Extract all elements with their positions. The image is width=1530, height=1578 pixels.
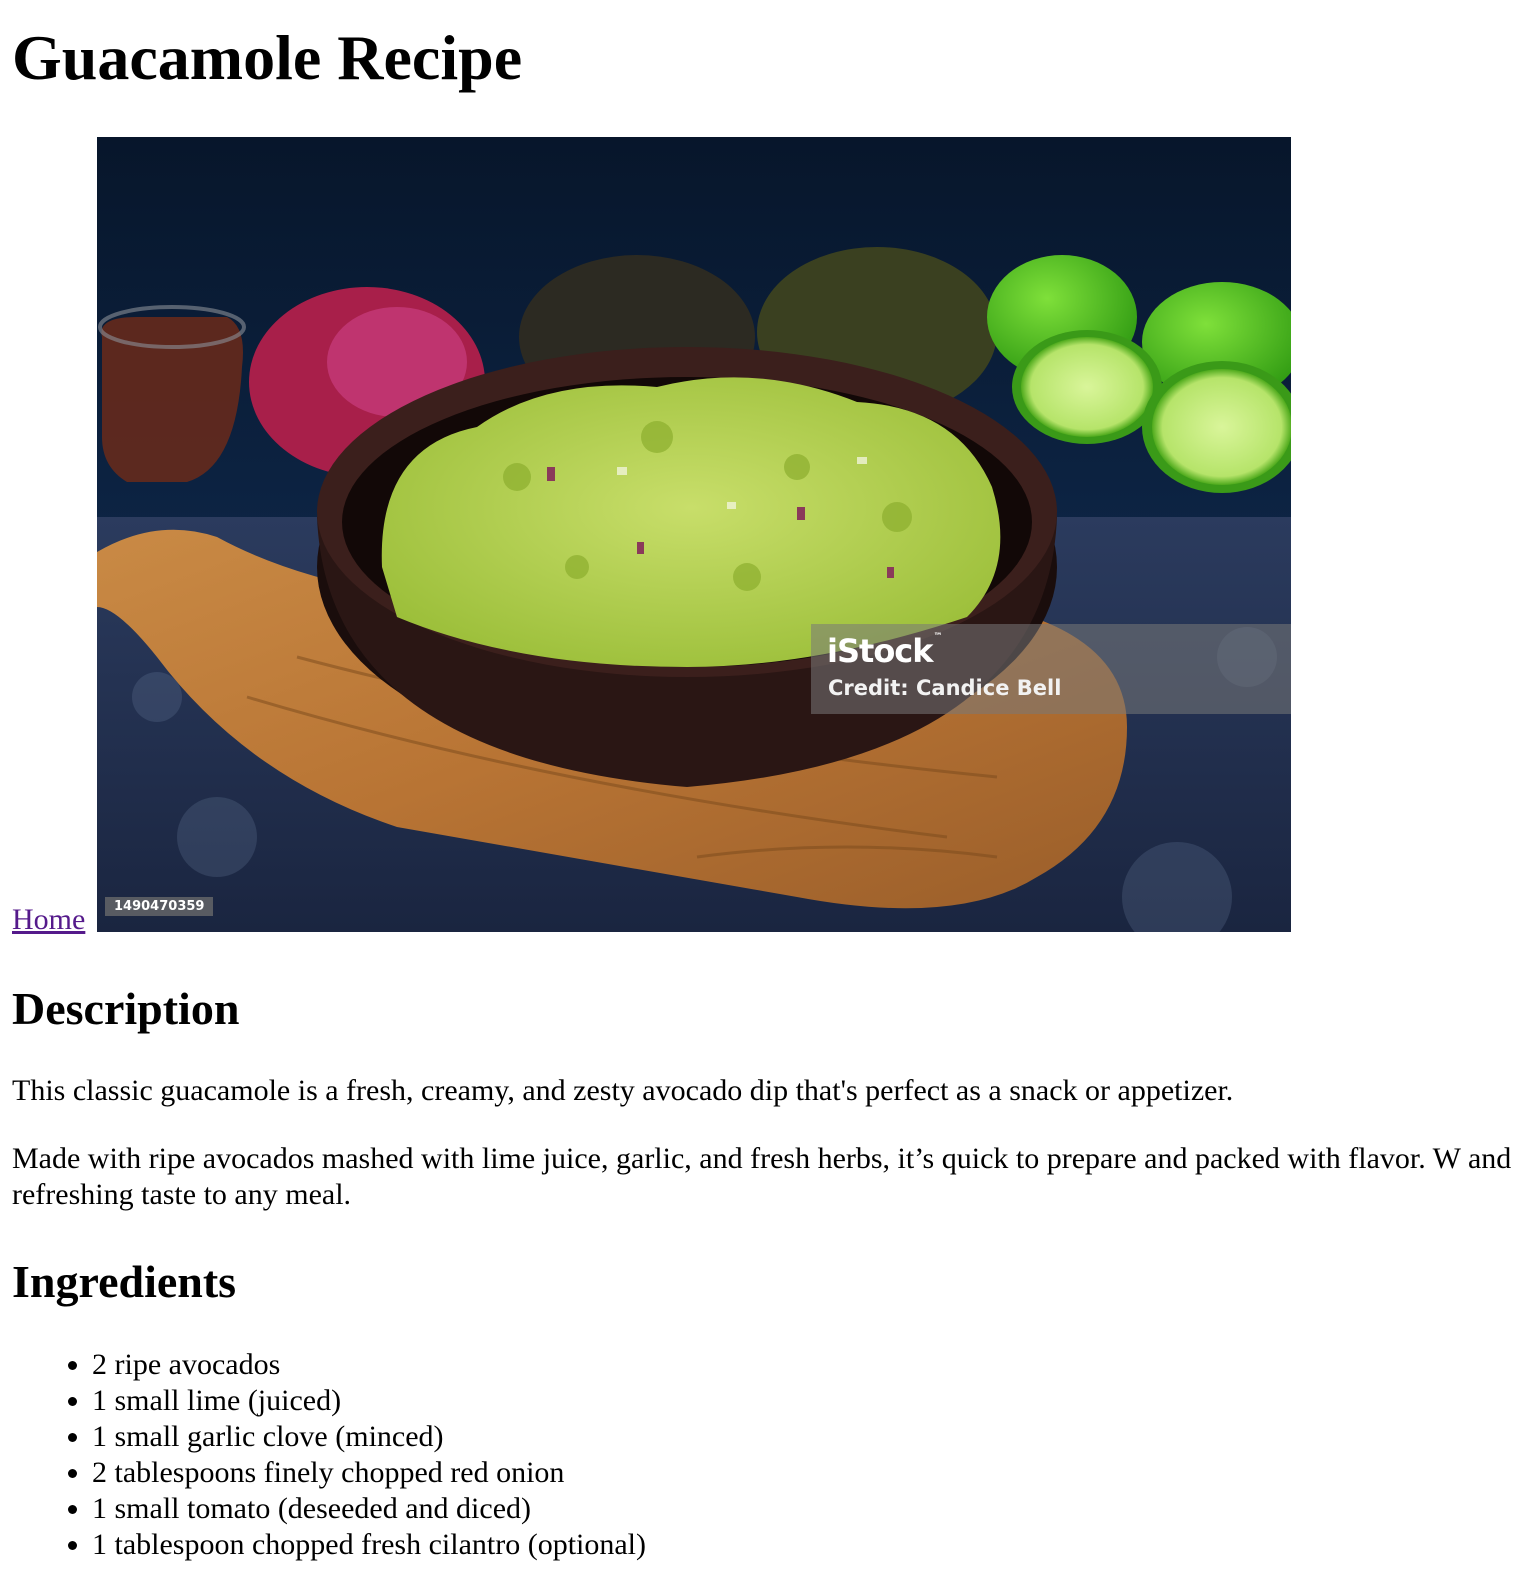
description-paragraph-1: This classic guacamole is a fresh, cream… bbox=[12, 1074, 1234, 1107]
ingredient-item: 2 ripe avocados bbox=[92, 1347, 646, 1383]
page-title: Guacamole Recipe bbox=[12, 22, 523, 93]
ingredient-item: 1 tablespoon chopped fresh cilantro (opt… bbox=[92, 1527, 646, 1563]
ingredient-item: 2 tablespoons finely chopped red onion bbox=[92, 1455, 646, 1491]
ingredient-item: 1 small tomato (deseeded and diced) bbox=[92, 1491, 646, 1527]
home-link[interactable]: Home bbox=[12, 902, 85, 938]
istock-logo: iStock™ bbox=[827, 632, 943, 670]
description-heading: Description bbox=[12, 983, 240, 1034]
guacamole-photo-illustration bbox=[97, 137, 1291, 932]
guacamole-photo: iStock™ Credit: Candice Bell 1490470359 bbox=[97, 137, 1291, 932]
istock-watermark: iStock™ Credit: Candice Bell bbox=[811, 624, 1291, 714]
ingredient-item: 1 small lime (juiced) bbox=[92, 1383, 646, 1419]
photo-credit: Credit: Candice Bell bbox=[828, 676, 1062, 700]
stock-id-badge: 1490470359 bbox=[105, 897, 214, 916]
ingredients-heading: Ingredients bbox=[12, 1256, 237, 1307]
description-paragraph-2: Made with ripe avocados mashed with lime… bbox=[12, 1142, 1512, 1211]
trademark-mark: ™ bbox=[933, 632, 943, 642]
istock-brand-text: iStock bbox=[827, 632, 934, 670]
ingredients-list: 2 ripe avocados 1 small lime (juiced) 1 … bbox=[12, 1347, 646, 1563]
ingredient-item: 1 small garlic clove (minced) bbox=[92, 1419, 646, 1455]
